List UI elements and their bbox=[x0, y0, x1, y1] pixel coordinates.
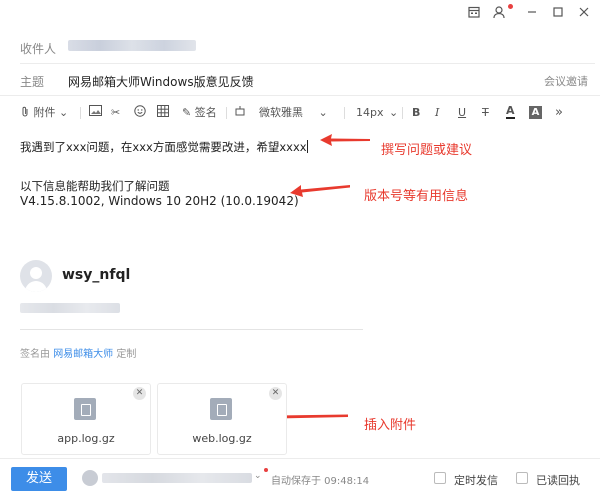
notification-dot bbox=[508, 4, 513, 9]
italic-icon[interactable]: I bbox=[435, 105, 439, 121]
more-tools-icon[interactable]: » bbox=[555, 105, 563, 121]
scheduled-send-label: 定时发信 bbox=[454, 474, 498, 487]
header-divider bbox=[20, 63, 595, 64]
annotation-compose: 撰写问题或建议 bbox=[381, 143, 473, 158]
sender-notification-dot bbox=[264, 468, 268, 472]
to-label: 收件人 bbox=[20, 42, 57, 56]
body-text-1: 我遇到了xxx问题，在xxx方面感觉需要改进，希望xxxx bbox=[20, 140, 307, 154]
minimize-icon[interactable] bbox=[524, 6, 540, 22]
remove-attachment-icon[interactable]: ✕ bbox=[269, 387, 282, 400]
scissors-icon[interactable]: ✂ bbox=[111, 105, 120, 121]
signature-info bbox=[20, 303, 120, 313]
subject-input[interactable]: 网易邮箱大师Windows版意见反馈 bbox=[68, 73, 254, 90]
chevron-down-icon[interactable]: ⌄ bbox=[254, 471, 262, 481]
annotation-arrow-1 bbox=[320, 134, 370, 146]
emoji-icon[interactable] bbox=[134, 105, 146, 121]
font-family-select[interactable]: 微软雅黑 ⌄ bbox=[259, 105, 328, 121]
remove-attachment-icon[interactable]: ✕ bbox=[133, 387, 146, 400]
file-icon bbox=[210, 398, 232, 420]
meeting-invite-button[interactable]: 会议邀请 bbox=[544, 73, 588, 89]
calendar-icon[interactable] bbox=[466, 6, 482, 22]
body-line-1[interactable]: 我遇到了xxx问题，在xxx方面感觉需要改进，希望xxxx bbox=[20, 139, 308, 155]
sender-avatar bbox=[82, 470, 98, 486]
chevron-down-icon: ⌄ bbox=[318, 106, 328, 119]
font-color-icon[interactable]: A bbox=[506, 105, 515, 119]
signature-credit-link[interactable]: 网易邮箱大师 bbox=[53, 349, 113, 360]
contacts-icon[interactable] bbox=[492, 6, 508, 22]
strikethrough-icon[interactable]: T bbox=[482, 105, 489, 121]
underline-icon[interactable]: U bbox=[458, 105, 466, 121]
attachment-card[interactable]: ✕ web.log.gz bbox=[157, 383, 287, 455]
signature-credit-suffix: 定制 bbox=[116, 349, 137, 360]
toolbar-separator bbox=[344, 107, 345, 119]
autosave-status: 自动保存于 09:48:14 bbox=[271, 476, 370, 487]
bold-icon[interactable]: B bbox=[412, 105, 420, 121]
read-receipt-label: 已读回执 bbox=[536, 474, 580, 487]
sender-select[interactable] bbox=[102, 473, 252, 483]
compose-footer: 发送 ⌄ 自动保存于 09:48:14 定时发信 已读回执 bbox=[0, 458, 600, 497]
toolbar-separator bbox=[80, 107, 81, 119]
font-family-value: 微软雅黑 bbox=[259, 106, 303, 119]
read-receipt-checkbox[interactable] bbox=[516, 472, 528, 484]
avatar bbox=[20, 260, 52, 292]
maximize-icon[interactable] bbox=[550, 6, 566, 22]
signature-button[interactable]: ✎ 签名 bbox=[182, 105, 217, 121]
pen-icon: ✎ bbox=[182, 106, 192, 119]
annotation-arrow-2 bbox=[290, 185, 350, 197]
signature-name: wsy_nfql bbox=[62, 267, 131, 283]
file-icon bbox=[74, 398, 96, 420]
attach-button[interactable]: 附件 ⌄ bbox=[20, 105, 68, 121]
subject-label: 主题 bbox=[20, 75, 45, 89]
highlight-color-icon[interactable]: A bbox=[529, 106, 542, 119]
title-bar bbox=[0, 0, 600, 28]
attachment-card[interactable]: ✕ app.log.gz bbox=[21, 383, 151, 455]
table-icon[interactable] bbox=[157, 105, 169, 121]
text-caret bbox=[306, 140, 308, 153]
signature-divider bbox=[20, 329, 363, 330]
attachment-name: web.log.gz bbox=[192, 432, 252, 445]
signature-credit: 签名由 网易邮箱大师 定制 bbox=[20, 345, 136, 360]
editor-toolbar: 附件 ⌄ ✂ ✎ 签名 微软雅黑 ⌄ 14px ⌄ B I U T A A » bbox=[0, 102, 600, 124]
annotation-version: 版本号等有用信息 bbox=[364, 189, 469, 204]
chevron-down-icon: ⌄ bbox=[389, 106, 399, 119]
annotation-attach: 插入附件 bbox=[364, 418, 417, 433]
body-line-3[interactable]: V4.15.8.1002, Windows 10 20H2 (10.0.1904… bbox=[20, 194, 299, 208]
toolbar-separator bbox=[226, 107, 227, 119]
font-size-select[interactable]: 14px ⌄ bbox=[356, 105, 398, 121]
subject-divider bbox=[0, 95, 600, 96]
attachment-name: app.log.gz bbox=[57, 432, 115, 445]
font-size-value: 14px bbox=[356, 106, 384, 119]
recipient-field[interactable] bbox=[68, 40, 196, 51]
signature-label: 签名 bbox=[194, 106, 217, 119]
attach-label: 附件 bbox=[33, 106, 56, 119]
format-painter-icon[interactable] bbox=[234, 105, 246, 121]
send-button[interactable]: 发送 bbox=[11, 467, 67, 491]
image-icon[interactable] bbox=[89, 105, 102, 121]
scheduled-send-checkbox[interactable] bbox=[434, 472, 446, 484]
body-line-2[interactable]: 以下信息能帮助我们了解问题 bbox=[20, 178, 170, 194]
toolbar-separator bbox=[402, 107, 403, 119]
paperclip-icon bbox=[22, 106, 28, 117]
close-icon[interactable] bbox=[576, 6, 592, 22]
signature-credit-prefix: 签名由 bbox=[20, 349, 50, 360]
